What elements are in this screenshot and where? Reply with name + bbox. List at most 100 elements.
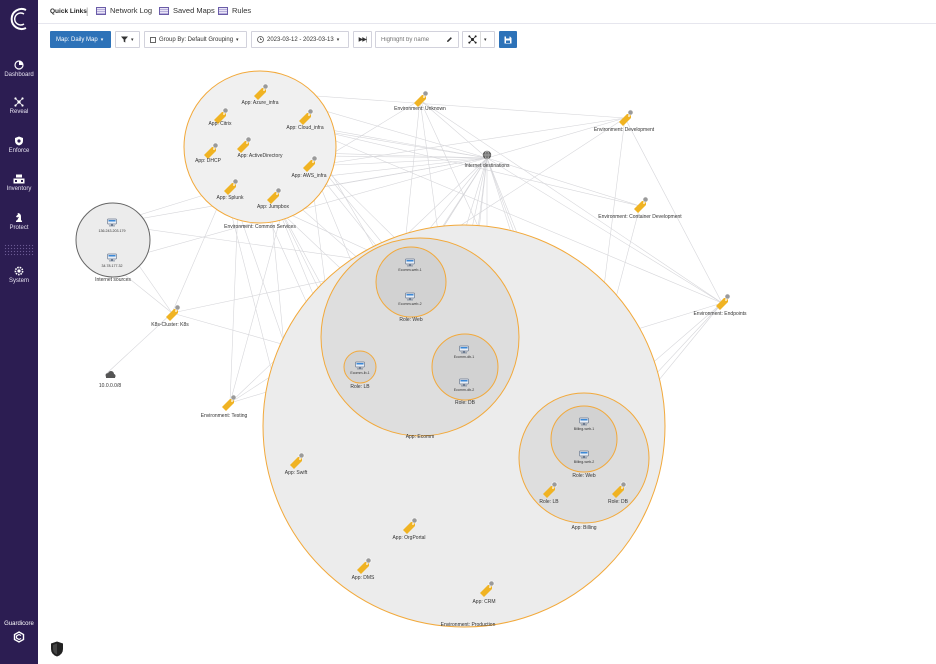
node-environment-testing[interactable]: Environment: Testing [201,394,248,419]
sidebar-item-label: Protect [9,225,29,231]
quick-links-separator: | [86,6,89,16]
node-label: Billing-web-2 [574,460,595,464]
quick-link-saved-maps[interactable]: Saved Maps [159,6,215,15]
node-label: App: Citrix [208,121,232,127]
quick-link-label: Rules [232,6,252,15]
map-select-button[interactable]: Map: Daily Map ▾ [50,31,111,48]
chevron-down-icon: ▾ [236,36,239,43]
globe-icon [482,150,492,160]
table-icon [96,6,106,15]
label-icon [221,394,237,412]
node-label: App: DHCP [195,158,222,164]
node-label: Ecomm-db-2 [454,388,475,392]
node-label: Environment: Unknown [394,106,446,112]
node-label: 10.0.0.0/8 [99,383,121,389]
group-by-label: Group By: Default Grouping [159,36,234,43]
internet-sources-group[interactable]: Internet sources [75,202,151,283]
group-label: Role: Web [399,317,422,323]
sidebar-item-protect[interactable]: Protect [0,212,38,231]
node-environment-container-development[interactable]: Environment: Container Development [598,196,682,220]
sidebar-item-label: Reveal [9,109,29,115]
date-range-label: 2023-03-12 - 2023-03-13 [267,36,334,43]
node-label: Environment: Development [594,127,655,133]
node-label: App: Cloud_infra [286,125,323,131]
table-icon [159,6,169,15]
node-label: App: CRM [472,599,495,605]
sidebar-item-label: Enforce [8,148,30,154]
node-label: Role: LB [539,499,559,505]
node-label: Billing-web-1 [574,427,595,431]
quick-link-rules[interactable]: Rules [218,6,251,15]
node-environment-unknown[interactable]: Environment: Unknown [394,90,446,112]
skip-forward-icon: ▶▶| [358,37,368,43]
map-select-label: Map: Daily Map [56,36,98,43]
skip-to-end-button[interactable]: ▶▶| [353,31,372,48]
node-environment-endpoints[interactable]: Environment: Endpoints [693,293,747,317]
node-label: Environment: Container Development [598,214,682,220]
guardicore-mark-icon [13,631,25,643]
sidebar-item-label: Inventory [6,186,32,192]
sidebar-item-enforce[interactable]: Enforce [0,136,38,154]
node-label: Environment: Testing [201,413,248,419]
node-label: Ecomm-db-1 [454,355,475,359]
group-label: Role: DB [455,400,476,406]
cloud-icon [105,371,116,378]
gear-icon [14,266,24,276]
save-map-button[interactable] [499,31,517,48]
network-map[interactable]: Environment: Production App: Ecomm Role:… [38,50,936,664]
node-subnet[interactable]: 10.0.0.0/8 [99,371,121,389]
label-icon [715,293,731,311]
quick-link-label: Saved Maps [173,6,215,15]
quick-link-network-log[interactable]: Network Log [96,6,152,15]
group-label: Environment: Production [441,622,496,628]
chevron-down-icon: ▾ [484,36,487,43]
filter-button[interactable]: ▾ [115,31,140,48]
group-label: App: Ecomm [406,434,435,440]
node-label: App: Splunk [217,195,244,201]
sidebar: Dashboard Reveal Enforce Inventory Prote… [0,0,38,664]
sidebar-item-reveal[interactable]: Reveal [0,97,38,115]
chevron-down-icon: ▾ [336,36,340,43]
sidebar-item-dashboard[interactable]: Dashboard [0,60,38,78]
node-label: Role: DB [608,499,629,505]
group-icon [150,36,156,43]
save-icon [504,36,512,43]
node-label: App: Swift [285,470,308,476]
inventory-icon [13,174,25,184]
guardicore-logo-icon[interactable] [6,6,32,32]
group-label: Role: Web [572,473,595,479]
node-label: Ecomm-lb-1 [350,371,369,375]
sidebar-item-label: Dashboard [4,72,34,78]
pencil-icon[interactable] [446,36,453,43]
sidebar-item-system[interactable]: System [0,266,38,284]
network-icon [14,97,24,107]
brand-label: Guardicore [0,621,38,645]
node-label: K8s-Cluster: K8s [151,322,189,328]
node-label: 34.78.177.32 [102,264,123,268]
node-label: 136.243.203.179 [99,229,126,233]
sidebar-item-inventory[interactable]: Inventory [0,174,38,192]
date-range-picker[interactable]: 2023-03-12 - 2023-03-13 ▾ [251,31,349,48]
node-label: App: Azure_infra [242,100,279,106]
table-icon [218,6,228,15]
quick-links-title: Quick Links [50,8,87,15]
label-icon [413,90,429,108]
network-icon [468,35,477,44]
pie-chart-icon [14,60,24,70]
chevron-down-icon: ▾ [100,36,104,43]
node-label: App: DMS [352,575,375,581]
chevron-down-icon: ▾ [131,36,134,43]
group-by-dropdown[interactable]: Group By: Default Grouping ▾ [144,31,247,48]
sidebar-item-label: System [8,278,29,284]
highlight-search[interactable] [375,31,459,48]
node-label: Environment: Endpoints [693,311,747,317]
layout-options-button[interactable]: ▾ [462,31,495,48]
highlight-input[interactable] [381,36,443,43]
node-label: App: AWS_infra [291,173,326,179]
shield-icon[interactable] [50,641,64,657]
map-toolbar: Map: Daily Map ▾ ▾ Group By: Default Gro… [38,31,936,49]
quick-links-bar: Quick Links | Network Log Saved Maps Rul… [38,0,936,24]
node-label: App: Jumpbox [257,204,289,210]
node-label: App: OrgPortal [392,535,425,541]
group-label: Environment: Common Services [224,224,296,230]
